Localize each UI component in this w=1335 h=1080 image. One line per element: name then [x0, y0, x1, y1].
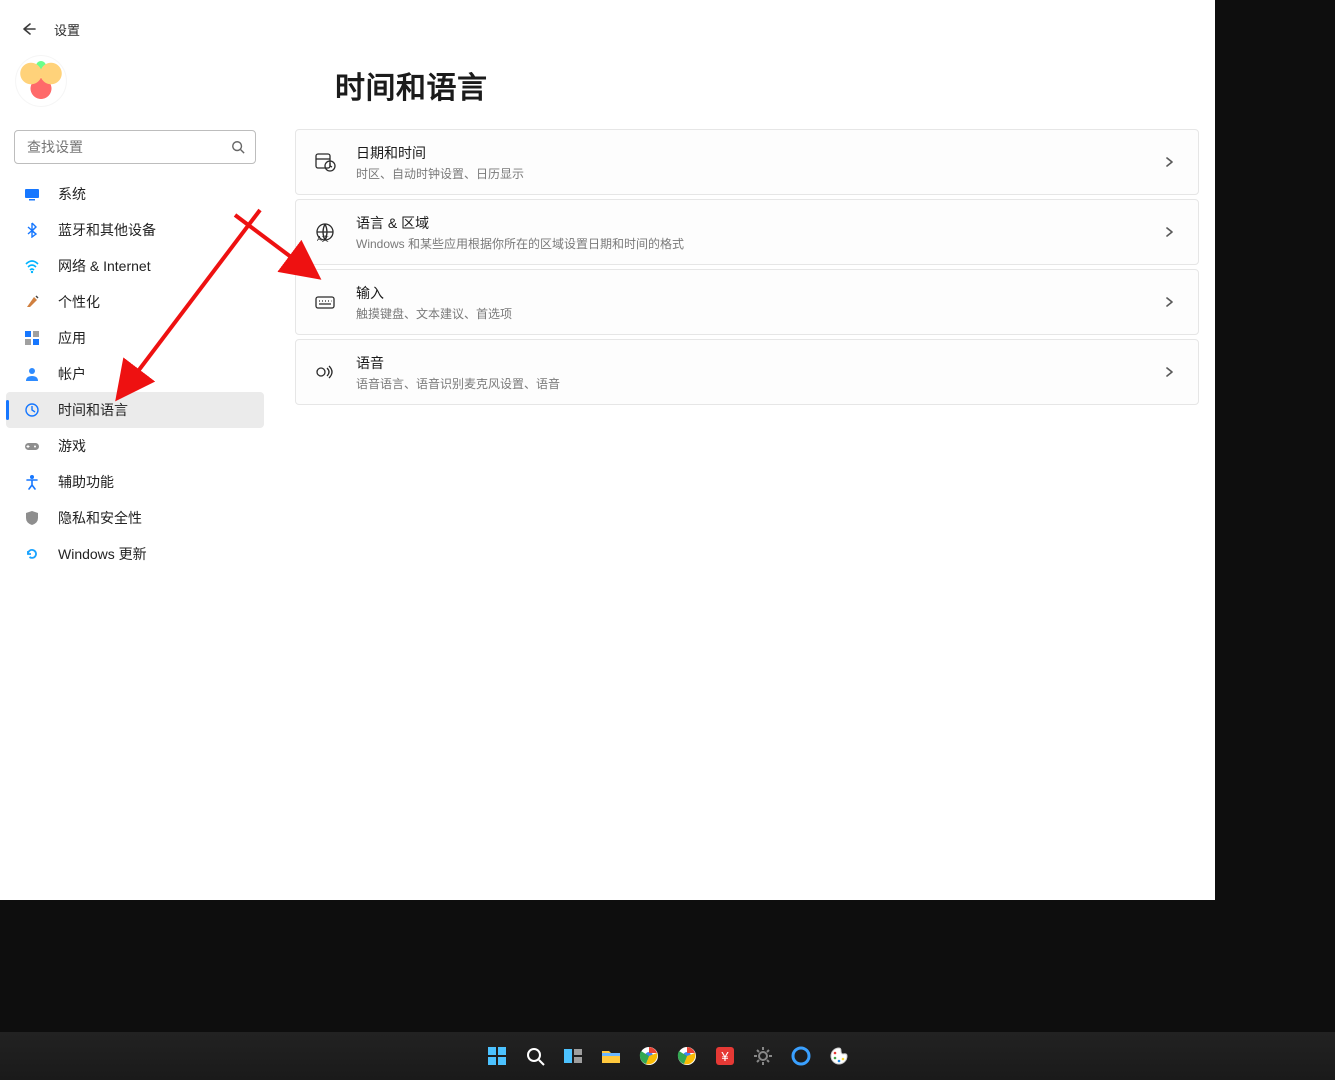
taskbar-chrome2[interactable] [671, 1040, 703, 1072]
sidebar-item-8[interactable]: 辅助功能 [6, 464, 264, 500]
card-text: 日期和时间 时区、自动时钟设置、日历显示 [356, 143, 1142, 182]
card-desc: 触摸键盘、文本建议、首选项 [356, 305, 1142, 322]
search-input-wrap[interactable] [14, 130, 256, 164]
back-button[interactable] [16, 17, 40, 41]
taskbar-taskview[interactable] [557, 1040, 589, 1072]
sidebar-item-label: 系统 [58, 184, 86, 204]
search-input[interactable] [25, 138, 231, 156]
sidebar-item-label: 应用 [58, 328, 86, 348]
settings-card-2[interactable]: 输入 触摸键盘、文本建议、首选项 [295, 269, 1199, 335]
sidebar-item-7[interactable]: 游戏 [6, 428, 264, 464]
sidebar-item-label: 个性化 [58, 292, 100, 312]
taskbar-paint[interactable] [823, 1040, 855, 1072]
user-icon [24, 366, 40, 382]
sidebar-item-6[interactable]: 时间和语言 [6, 392, 264, 428]
apps-icon [24, 330, 40, 346]
svg-text:A文: A文 [317, 234, 329, 243]
desktop-bottom-gap [0, 900, 1335, 1032]
sidebar-item-10[interactable]: Windows 更新 [6, 536, 264, 572]
search-icon [231, 140, 245, 154]
sidebar: 系统 蓝牙和其他设备 网络 & Internet 个性化 应用 帐户 时间和语言… [0, 48, 270, 572]
sidebar-item-label: 辅助功能 [58, 472, 114, 492]
wifi-icon [24, 258, 40, 274]
card-text: 语言 & 区域 Windows 和某些应用根据你所在的区域设置日期和时间的格式 [356, 213, 1142, 252]
taskbar-cortana[interactable] [785, 1040, 817, 1072]
sidebar-item-9[interactable]: 隐私和安全性 [6, 500, 264, 536]
calendar-clock-icon [314, 151, 336, 173]
shield-icon [24, 510, 40, 526]
nav-list: 系统 蓝牙和其他设备 网络 & Internet 个性化 应用 帐户 时间和语言… [0, 176, 270, 572]
sidebar-item-label: 时间和语言 [58, 400, 128, 420]
sidebar-item-4[interactable]: 应用 [6, 320, 264, 356]
monitor-icon [24, 186, 40, 202]
voice-icon [314, 361, 336, 383]
settings-card-0[interactable]: 日期和时间 时区、自动时钟设置、日历显示 [295, 129, 1199, 195]
card-desc: 时区、自动时钟设置、日历显示 [356, 165, 1142, 182]
sidebar-item-label: Windows 更新 [58, 544, 147, 564]
avatar-icon [16, 56, 66, 106]
settings-window: 设置 系统 蓝牙和其他设备 网络 & Internet 个性化 应用 帐户 时间… [0, 0, 1215, 900]
settings-card-3[interactable]: 语音 语音语言、语音识别麦克风设置、语音 [295, 339, 1199, 405]
chevron-right-icon [1162, 365, 1176, 379]
card-text: 输入 触摸键盘、文本建议、首选项 [356, 283, 1142, 322]
card-title: 输入 [356, 283, 1142, 303]
sidebar-item-0[interactable]: 系统 [6, 176, 264, 212]
sidebar-item-5[interactable]: 帐户 [6, 356, 264, 392]
taskbar-search[interactable] [519, 1040, 551, 1072]
brush-icon [24, 294, 40, 310]
keyboard-icon [314, 291, 336, 313]
taskbar-start[interactable] [481, 1040, 513, 1072]
taskbar-chrome[interactable] [633, 1040, 665, 1072]
globe-lang-icon: A文 [314, 221, 336, 243]
profile-area[interactable] [0, 48, 270, 112]
desktop-right-gap [1215, 0, 1335, 900]
sidebar-item-label: 网络 & Internet [58, 256, 151, 276]
sidebar-item-label: 游戏 [58, 436, 86, 456]
card-title: 语言 & 区域 [356, 213, 1142, 233]
taskbar-settings[interactable] [747, 1040, 779, 1072]
card-list: 日期和时间 时区、自动时钟设置、日历显示 A文 语言 & 区域 Windows … [295, 129, 1199, 405]
chevron-right-icon [1162, 295, 1176, 309]
sidebar-item-label: 帐户 [58, 364, 86, 384]
card-desc: Windows 和某些应用根据你所在的区域设置日期和时间的格式 [356, 235, 1142, 252]
sidebar-item-3[interactable]: 个性化 [6, 284, 264, 320]
globe-clock-icon [24, 402, 40, 418]
card-title: 日期和时间 [356, 143, 1142, 163]
taskbar-explorer[interactable] [595, 1040, 627, 1072]
chevron-right-icon [1162, 225, 1176, 239]
taskbar: ¥ [0, 1032, 1335, 1080]
sidebar-item-2[interactable]: 网络 & Internet [6, 248, 264, 284]
gamepad-icon [24, 438, 40, 454]
page-title: 时间和语言 [335, 63, 1199, 107]
sidebar-item-label: 蓝牙和其他设备 [58, 220, 156, 240]
chevron-right-icon [1162, 155, 1176, 169]
taskbar-yuan[interactable]: ¥ [709, 1040, 741, 1072]
update-icon [24, 546, 40, 562]
main-content: 时间和语言 日期和时间 时区、自动时钟设置、日历显示 A文 语言 & 区域 Wi… [295, 55, 1199, 405]
sidebar-item-label: 隐私和安全性 [58, 508, 142, 528]
accessibility-icon [24, 474, 40, 490]
card-desc: 语音语言、语音识别麦克风设置、语音 [356, 375, 1142, 392]
svg-text:¥: ¥ [720, 1049, 729, 1064]
window-title: 设置 [54, 20, 80, 39]
card-title: 语音 [356, 353, 1142, 373]
card-text: 语音 语音语言、语音识别麦克风设置、语音 [356, 353, 1142, 392]
back-icon [20, 21, 36, 37]
bluetooth-icon [24, 222, 40, 238]
window-header: 设置 [0, 0, 1215, 48]
sidebar-item-1[interactable]: 蓝牙和其他设备 [6, 212, 264, 248]
settings-card-1[interactable]: A文 语言 & 区域 Windows 和某些应用根据你所在的区域设置日期和时间的… [295, 199, 1199, 265]
